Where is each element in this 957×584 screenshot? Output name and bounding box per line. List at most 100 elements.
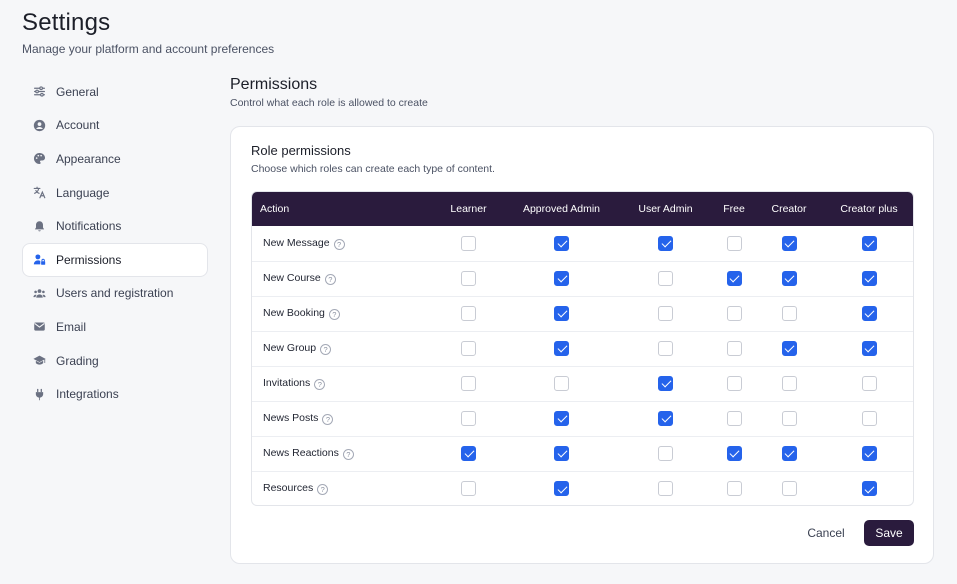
- permission-checkbox[interactable]: [658, 305, 673, 321]
- permission-checkbox[interactable]: [781, 235, 797, 251]
- table-row: New Message?: [252, 226, 913, 261]
- sidebar-item-permissions[interactable]: Permissions: [22, 242, 208, 277]
- sidebar-item-label: Language: [56, 185, 110, 200]
- permission-checkbox[interactable]: [726, 445, 742, 461]
- permission-checkbox[interactable]: [726, 410, 742, 426]
- permission-checkbox[interactable]: [554, 305, 569, 321]
- action-cell: News Reactions?: [252, 436, 432, 471]
- permission-cell: [823, 261, 913, 296]
- sidebar-item-language[interactable]: Language: [22, 176, 208, 210]
- page-subtitle: Manage your platform and account prefere…: [22, 42, 275, 56]
- permission-checkbox[interactable]: [554, 340, 569, 356]
- sidebar-item-email[interactable]: Email: [22, 310, 208, 344]
- permission-checkbox[interactable]: [726, 305, 742, 321]
- permission-checkbox[interactable]: [461, 481, 476, 497]
- sidebar-item-label: Grading: [56, 353, 99, 368]
- permission-checkbox[interactable]: [861, 305, 877, 321]
- permission-checkbox[interactable]: [861, 375, 877, 391]
- permission-checkbox[interactable]: [781, 340, 797, 356]
- permission-checkbox[interactable]: [554, 270, 569, 286]
- permission-checkbox[interactable]: [781, 375, 797, 391]
- permission-checkbox[interactable]: [554, 375, 569, 391]
- help-icon[interactable]: ?: [322, 414, 334, 425]
- save-button[interactable]: Save: [864, 520, 914, 546]
- permission-checkbox[interactable]: [861, 340, 877, 356]
- sidebar-item-notifications[interactable]: Notifications: [22, 209, 208, 243]
- permission-checkbox[interactable]: [461, 270, 476, 286]
- permission-checkbox[interactable]: [658, 235, 673, 251]
- help-icon[interactable]: ?: [320, 344, 332, 355]
- permission-checkbox[interactable]: [461, 305, 476, 321]
- cancel-button[interactable]: Cancel: [801, 520, 851, 546]
- action-cell: Invitations?: [252, 366, 432, 401]
- sidebar-item-label: Integrations: [56, 387, 119, 402]
- permission-checkbox[interactable]: [861, 410, 877, 426]
- permission-checkbox[interactable]: [781, 270, 797, 286]
- sidebar-item-users-and-registration[interactable]: Users and registration: [22, 277, 208, 311]
- sidebar-item-account[interactable]: Account: [22, 109, 208, 143]
- help-icon[interactable]: ?: [317, 484, 329, 496]
- permission-checkbox[interactable]: [554, 410, 569, 426]
- permission-checkbox[interactable]: [726, 270, 742, 286]
- help-icon[interactable]: ?: [333, 238, 345, 250]
- permission-cell: [713, 436, 755, 471]
- permission-cell: [432, 366, 505, 401]
- permission-checkbox[interactable]: [726, 340, 742, 356]
- permission-checkbox[interactable]: [861, 270, 877, 286]
- permissions-section: Permissions Control what each role is al…: [230, 75, 934, 564]
- sidebar-item-appearance[interactable]: Appearance: [22, 142, 208, 176]
- permission-checkbox[interactable]: [726, 375, 742, 391]
- sidebar-item-label: Notifications: [56, 219, 122, 234]
- help-icon[interactable]: ?: [314, 379, 326, 390]
- permission-checkbox[interactable]: [861, 481, 877, 497]
- permission-checkbox[interactable]: [781, 481, 797, 497]
- help-icon[interactable]: ?: [328, 309, 340, 320]
- action-cell: New Course?: [252, 261, 432, 296]
- permission-checkbox[interactable]: [461, 235, 476, 251]
- permission-checkbox[interactable]: [658, 375, 673, 391]
- permissions-table-wrapper: Action Learner Approved Admin User Admin Fre…: [251, 191, 914, 506]
- permission-cell: [432, 401, 505, 436]
- permission-checkbox[interactable]: [861, 445, 877, 461]
- permission-cell: [618, 331, 713, 366]
- table-row: News Posts?: [252, 401, 913, 436]
- permission-checkbox[interactable]: [461, 375, 476, 391]
- column-header-learner: Learner: [450, 203, 487, 215]
- permission-cell: [505, 261, 618, 296]
- permission-checkbox[interactable]: [726, 235, 742, 251]
- permission-checkbox[interactable]: [781, 410, 797, 426]
- permission-checkbox[interactable]: [461, 445, 476, 461]
- sidebar-item-grading[interactable]: Grading: [22, 344, 208, 378]
- column-header-user-admin: User Admin: [638, 203, 693, 215]
- permission-cell: [505, 471, 618, 505]
- permission-cell: [713, 401, 755, 436]
- permission-checkbox[interactable]: [658, 410, 673, 426]
- sidebar-item-label: Email: [56, 319, 87, 334]
- permission-checkbox[interactable]: [658, 270, 673, 286]
- translate-icon: [33, 186, 46, 199]
- permission-checkbox[interactable]: [554, 235, 569, 251]
- permission-checkbox[interactable]: [658, 445, 673, 461]
- permission-checkbox[interactable]: [861, 235, 877, 251]
- help-icon[interactable]: ?: [324, 274, 336, 285]
- sidebar-item-general[interactable]: General: [22, 75, 208, 109]
- help-icon[interactable]: ?: [342, 449, 354, 460]
- table-row: New Course?: [252, 261, 913, 296]
- permission-checkbox[interactable]: [781, 305, 797, 321]
- permission-checkbox[interactable]: [461, 340, 476, 356]
- permission-checkbox[interactable]: [781, 445, 797, 461]
- permission-checkbox[interactable]: [658, 340, 673, 356]
- plug-icon: [33, 388, 46, 401]
- permission-cell: [755, 331, 823, 366]
- sidebar-item-integrations[interactable]: Integrations: [22, 377, 208, 411]
- permission-checkbox[interactable]: [554, 445, 569, 461]
- permission-checkbox[interactable]: [726, 481, 742, 497]
- palette-icon: [33, 152, 46, 165]
- permission-checkbox[interactable]: [554, 481, 569, 497]
- permission-cell: [755, 261, 823, 296]
- permission-checkbox[interactable]: [658, 481, 673, 497]
- permission-checkbox[interactable]: [461, 410, 476, 426]
- settings-sidebar: General Account Appearance Language Notifica…: [22, 75, 208, 411]
- column-header-free: Free: [723, 203, 745, 215]
- permission-cell: [823, 436, 913, 471]
